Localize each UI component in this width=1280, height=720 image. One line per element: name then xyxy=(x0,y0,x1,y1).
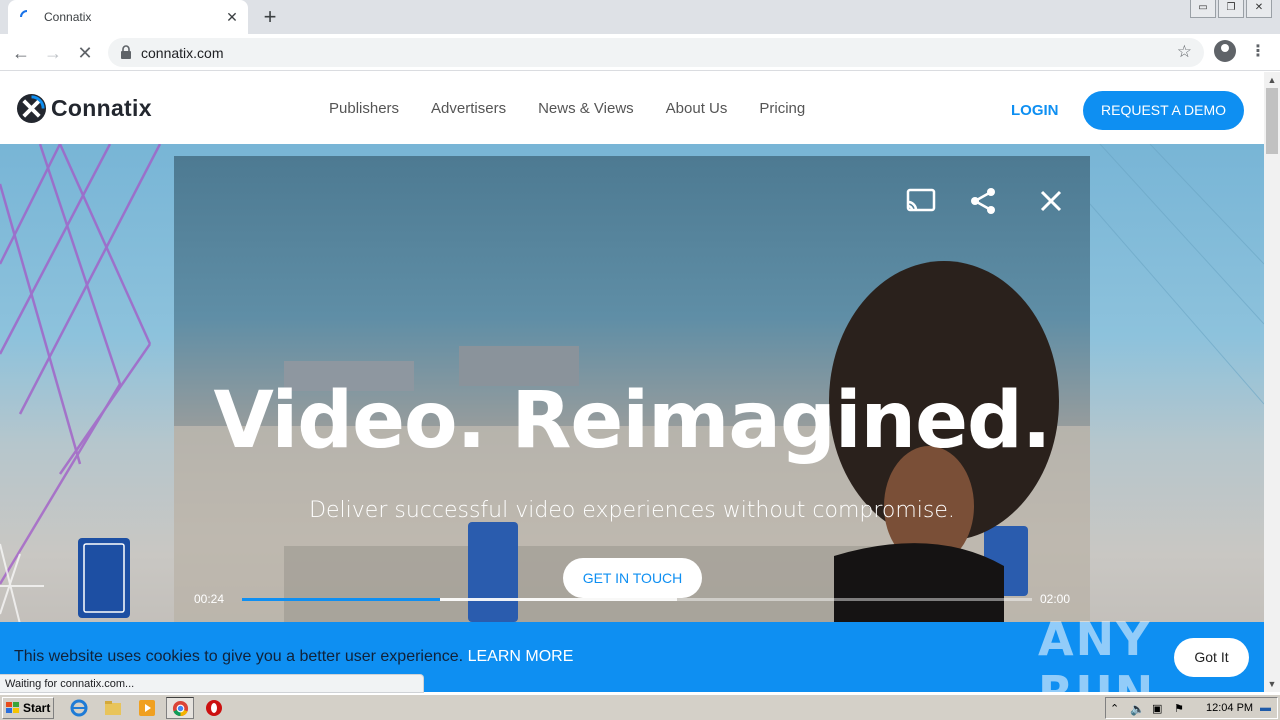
main-nav: Publishers Advertisers News & Views Abou… xyxy=(329,100,805,117)
cast-icon[interactable] xyxy=(904,184,938,218)
windows-logo-icon xyxy=(6,702,19,713)
minimize-button[interactable]: ▭ xyxy=(1190,0,1216,18)
tray-expand-icon[interactable]: ⌃ xyxy=(1110,702,1124,716)
bookmark-star-icon[interactable]: ☆ xyxy=(1177,42,1192,62)
network-icon[interactable]: ▣ xyxy=(1152,702,1166,716)
chrome-icon xyxy=(172,700,189,717)
request-demo-button[interactable]: REQUEST A DEMO xyxy=(1083,91,1244,130)
browser-toolbar: ← → ✕ connatix.com ☆ xyxy=(0,34,1280,71)
hero-section: 00:24 02:00 Video. Reimagined. Deliver s… xyxy=(0,144,1264,692)
action-center-flag-icon[interactable]: ⚑ xyxy=(1174,702,1188,716)
nav-publishers[interactable]: Publishers xyxy=(329,100,399,117)
show-desktop-icon[interactable]: ▬ xyxy=(1260,702,1274,716)
windows-taskbar: Start ⌃ 🔈 ▣ ⚑ 12:04 PM ▬ xyxy=(0,694,1280,720)
scroll-up-arrow-icon[interactable]: ▲ xyxy=(1264,72,1280,88)
browser-tab[interactable]: Connatix ✕ xyxy=(8,0,248,34)
page-scrollbar[interactable]: ▲ ▼ xyxy=(1264,72,1280,692)
site-header: Connatix Publishers Advertisers News & V… xyxy=(0,72,1264,144)
learn-more-link[interactable]: LEARN MORE xyxy=(468,648,574,665)
played-progress xyxy=(242,598,440,601)
nav-advertisers[interactable]: Advertisers xyxy=(431,100,506,117)
profile-avatar-icon[interactable] xyxy=(1214,40,1236,62)
system-tray: ⌃ 🔈 ▣ ⚑ 12:04 PM ▬ xyxy=(1105,697,1278,719)
opera-icon[interactable] xyxy=(205,699,223,717)
duration-time: 02:00 xyxy=(1040,592,1071,606)
internet-explorer-icon[interactable] xyxy=(70,699,88,717)
window-controls: ▭ ❐ ✕ xyxy=(1190,0,1272,18)
get-in-touch-button[interactable]: GET IN TOUCH xyxy=(563,558,702,598)
file-explorer-icon[interactable] xyxy=(104,699,122,717)
connatix-logo-icon xyxy=(16,93,47,123)
start-button[interactable]: Start xyxy=(2,697,54,719)
new-tab-button[interactable]: + xyxy=(258,5,282,29)
share-icon[interactable] xyxy=(967,184,1001,218)
media-player-icon[interactable] xyxy=(138,699,156,717)
hero-headline: Video. Reimagined. xyxy=(213,376,1052,466)
page-viewport: Connatix Publishers Advertisers News & V… xyxy=(0,72,1264,692)
cookie-message: This website uses cookies to give you a … xyxy=(14,648,573,666)
browser-status-bubble: Waiting for connatix.com... xyxy=(0,674,424,693)
address-bar[interactable]: connatix.com ☆ xyxy=(108,38,1204,67)
close-video-icon[interactable] xyxy=(1034,184,1068,218)
scroll-down-arrow-icon[interactable]: ▼ xyxy=(1264,676,1280,692)
close-window-button[interactable]: ✕ xyxy=(1246,0,1272,18)
browser-tabstrip: Connatix ✕ + ▭ ❐ ✕ xyxy=(0,0,1280,34)
login-link[interactable]: LOGIN xyxy=(1011,102,1059,119)
hero-subheadline: Deliver successful video experiences wit… xyxy=(309,498,955,523)
loading-favicon-icon xyxy=(20,10,28,18)
got-it-button[interactable]: Got It xyxy=(1174,638,1249,677)
browser-menu-icon[interactable]: ⋮ xyxy=(1250,42,1266,62)
nav-about-us[interactable]: About Us xyxy=(666,100,728,117)
lock-icon xyxy=(121,45,131,59)
volume-icon[interactable]: 🔈 xyxy=(1130,702,1145,716)
taskbar-clock[interactable]: 12:04 PM xyxy=(1206,702,1253,714)
start-label: Start xyxy=(23,701,51,715)
scrollbar-thumb[interactable] xyxy=(1266,88,1278,154)
tab-close-icon[interactable]: ✕ xyxy=(222,7,242,27)
stop-loading-icon[interactable]: ✕ xyxy=(72,40,98,66)
url-text: connatix.com xyxy=(141,45,224,61)
back-icon[interactable]: ← xyxy=(8,40,34,66)
forward-icon[interactable]: → xyxy=(40,40,66,66)
nav-pricing[interactable]: Pricing xyxy=(759,100,805,117)
nav-news-views[interactable]: News & Views xyxy=(538,100,634,117)
video-progress-bar[interactable] xyxy=(242,598,1032,601)
tab-title: Connatix xyxy=(44,10,92,24)
restore-button[interactable]: ❐ xyxy=(1218,0,1244,18)
connatix-logo[interactable]: Connatix xyxy=(16,92,152,124)
current-time: 00:24 xyxy=(194,592,225,606)
logo-text: Connatix xyxy=(51,94,152,121)
cookie-message-text: This website uses cookies to give you a … xyxy=(14,648,464,665)
chrome-taskbar-button[interactable] xyxy=(166,697,194,719)
